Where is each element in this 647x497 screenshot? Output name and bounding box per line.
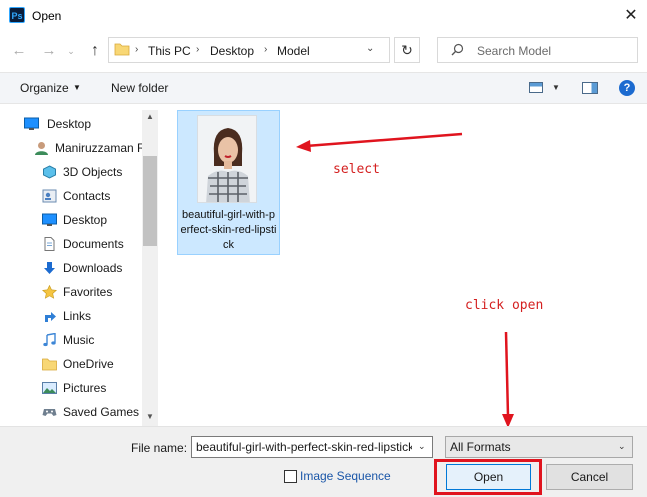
- links-icon: [45, 312, 56, 322]
- title-bar: [0, 0, 647, 32]
- image-sequence-label[interactable]: Image Sequence: [300, 469, 391, 483]
- desktop-icon: [24, 117, 39, 130]
- search-placeholder: Search Model: [477, 44, 552, 58]
- sidebar-item-label: Music: [63, 333, 95, 347]
- file-name-label[interactable]: beautiful-girl-with-perfect-skin-red-lip…: [180, 208, 277, 253]
- downloads-icon: [44, 262, 55, 274]
- chevron-down-icon[interactable]: ⌄: [418, 441, 426, 452]
- image-sequence-checkbox[interactable]: [284, 470, 297, 483]
- cancel-button[interactable]: Cancel: [546, 464, 633, 490]
- sidebar-item-label: Documents: [63, 237, 124, 251]
- caret-down-icon[interactable]: ▼: [73, 83, 81, 92]
- breadcrumb-desktop[interactable]: Desktop: [210, 44, 254, 58]
- user-icon: [35, 142, 48, 155]
- 3d-objects-icon: [43, 165, 56, 179]
- search-icon: [451, 43, 464, 56]
- file-name-value[interactable]: beautiful-girl-with-perfect-skin-red-lip…: [196, 440, 412, 454]
- sidebar-item-label: Desktop: [63, 213, 108, 227]
- portrait-thumbnail-icon: [198, 116, 256, 202]
- close-button[interactable]: ✕: [618, 3, 644, 29]
- documents-icon: [44, 237, 55, 251]
- breadcrumb-this-pc[interactable]: This PC: [148, 44, 191, 58]
- pictures-icon: [42, 382, 57, 394]
- new-folder-button[interactable]: New folder: [111, 81, 168, 95]
- sidebar-item-label: Contacts: [63, 189, 111, 203]
- breadcrumb-separator[interactable]: ›: [264, 44, 267, 55]
- window-title: Open: [32, 9, 62, 23]
- address-dropdown-icon[interactable]: ⌄: [366, 43, 374, 54]
- back-button[interactable]: ←: [8, 40, 30, 62]
- forward-button[interactable]: →: [38, 40, 60, 62]
- sidebar-item-label: Maniruzzaman R: [55, 141, 143, 155]
- organize-button[interactable]: Organize: [20, 81, 69, 95]
- preview-pane-icon[interactable]: [582, 82, 598, 94]
- scroll-down-icon[interactable]: ▼: [146, 412, 154, 421]
- file-format-value[interactable]: All Formats: [450, 440, 511, 454]
- contacts-icon: [42, 189, 57, 203]
- recent-locations-button[interactable]: ⌄: [64, 40, 78, 62]
- chevron-down-icon[interactable]: ⌄: [618, 441, 626, 452]
- breadcrumb-separator: ›: [135, 44, 139, 55]
- annotation-select: select: [333, 162, 380, 177]
- sidebar-item-label: 3D Objects: [63, 165, 123, 179]
- view-options-caret-icon[interactable]: ▼: [552, 83, 560, 92]
- toolbar: [0, 72, 647, 104]
- open-button[interactable]: Open: [446, 464, 531, 490]
- breadcrumb-separator[interactable]: ›: [196, 44, 199, 55]
- sidebar-item-label: Links: [63, 309, 92, 323]
- sidebar-item-label: OneDrive: [63, 357, 114, 371]
- help-icon[interactable]: ?: [619, 80, 635, 96]
- photoshop-icon: Ps: [9, 7, 25, 23]
- sidebar-item-label: Favorites: [63, 285, 113, 299]
- refresh-button[interactable]: ↻: [394, 37, 420, 63]
- sidebar-item-label: Downloads: [63, 261, 123, 275]
- navigation-pane: Desktop Maniruzzaman R 3D Objects Contac…: [0, 104, 158, 426]
- scrollbar-thumb[interactable]: [143, 156, 157, 246]
- favorites-icon: [42, 285, 57, 299]
- saved-games-icon: [42, 409, 57, 416]
- up-button[interactable]: ↑: [84, 40, 106, 62]
- annotation-click-open: click open: [465, 298, 544, 313]
- desktop-icon: [42, 213, 57, 226]
- sidebar-item-label: Pictures: [63, 381, 107, 395]
- sidebar-item-label: Saved Games: [63, 405, 140, 419]
- sidebar-item-label: Desktop: [47, 117, 92, 131]
- folder-icon: [42, 358, 57, 371]
- breadcrumb-model[interactable]: Model: [277, 44, 310, 58]
- music-icon: [43, 333, 56, 347]
- folder-icon: [114, 43, 130, 56]
- file-name-label: File name:: [131, 441, 188, 455]
- image-thumbnail[interactable]: [197, 115, 257, 203]
- scroll-up-icon[interactable]: ▲: [146, 112, 154, 121]
- change-view-icon[interactable]: [529, 82, 543, 93]
